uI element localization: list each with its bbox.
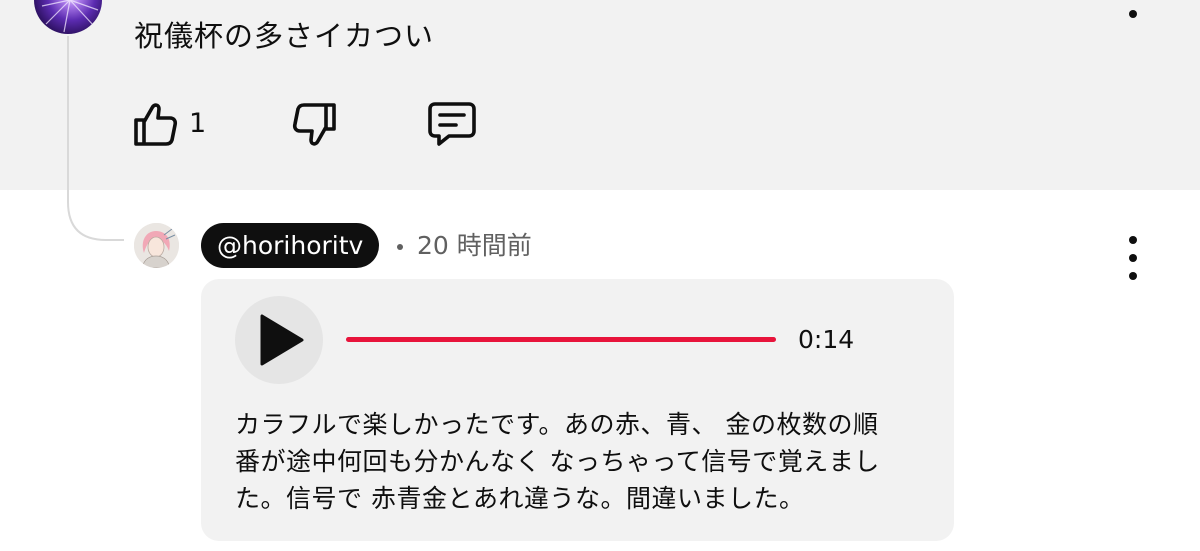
audio-progress-bar[interactable] (346, 337, 776, 342)
audio-duration: 0:14 (798, 325, 855, 354)
reply-button[interactable] (427, 100, 477, 148)
voice-transcript: カラフルで楽しかったです。あの赤、青、 金の枚数の順 番が途中何回も分かんなく … (235, 406, 935, 517)
reply-timestamp[interactable]: 20 時間前 (417, 228, 532, 264)
reply-author-handle[interactable]: @horihoritv (201, 223, 380, 268)
reply-comment-icon (428, 102, 476, 146)
transcript-line: カラフルで楽しかったです。あの赤、青、 金の枚数の順 (235, 410, 879, 439)
parent-more-actions-button[interactable] (1121, 0, 1145, 18)
parent-comment-text: 祝儀杯の多さイカつい (134, 19, 435, 53)
transcript-line: 番が途中何回も分かんなく なっちゃって信号で覚えまし (235, 447, 880, 476)
reply-author-avatar[interactable] (134, 223, 179, 268)
like-button[interactable] (132, 100, 180, 148)
separator-dot (397, 244, 403, 250)
play-icon (260, 314, 304, 366)
more-vertical-icon (1129, 236, 1137, 244)
thumbs-up-icon (134, 103, 178, 146)
thumbs-down-icon (292, 103, 336, 146)
voice-message-card: 0:14 カラフルで楽しかったです。あの赤、青、 金の枚数の順 番が途中何回も分… (201, 279, 954, 541)
audio-progress-fill (346, 337, 776, 342)
reply-more-actions-button[interactable] (1121, 236, 1145, 280)
play-button[interactable] (235, 296, 323, 384)
dislike-button[interactable] (290, 101, 338, 149)
like-count: 1 (189, 108, 207, 139)
transcript-line: た。信号で 赤青金とあれ違うな。間違いました。 (235, 484, 805, 513)
